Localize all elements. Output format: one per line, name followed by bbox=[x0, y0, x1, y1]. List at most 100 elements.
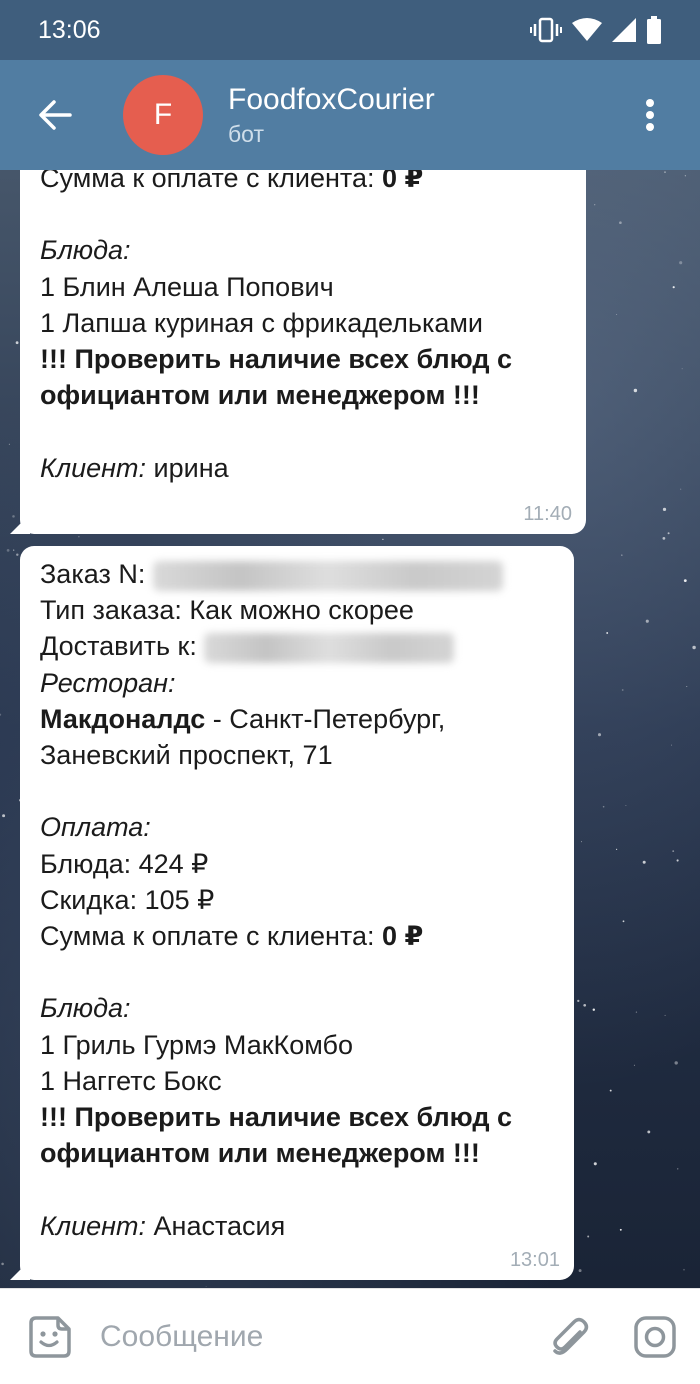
message-text: Блюда: 424 ₽ bbox=[40, 848, 209, 879]
chat-area[interactable]: Сумма к оплате с клиента: 0 ₽ Блюда: 1 Бли… bbox=[0, 170, 700, 1288]
message-text: Ресторан: bbox=[40, 667, 176, 698]
message-line: Скидка: 105 ₽ bbox=[40, 882, 554, 918]
message-line: Блюда: bbox=[40, 990, 554, 1026]
message-line: Блюда: bbox=[40, 232, 566, 268]
message-text: 0 ₽ bbox=[382, 921, 424, 952]
message-line: !!! Проверить наличие всех блюд с bbox=[40, 1099, 554, 1135]
message-line: Сумма к оплате с клиента: 0 ₽ bbox=[40, 918, 554, 954]
redacted-field bbox=[152, 560, 503, 591]
more-options-button[interactable] bbox=[600, 60, 700, 170]
star bbox=[671, 744, 673, 746]
message-line bbox=[40, 413, 566, 449]
message-text: ирина bbox=[146, 452, 229, 483]
message-bubble[interactable]: Сумма к оплате с клиента: 0 ₽ Блюда: 1 Бли… bbox=[10, 170, 586, 534]
signal-icon bbox=[612, 18, 636, 42]
star bbox=[78, 536, 80, 538]
star bbox=[635, 1011, 638, 1013]
star bbox=[1, 1262, 4, 1266]
star bbox=[662, 507, 667, 512]
star bbox=[622, 920, 625, 923]
redacted-field bbox=[204, 633, 455, 664]
avatar-letter: F bbox=[153, 98, 173, 131]
star bbox=[13, 549, 15, 551]
chat-header: F FoodfoxCourier бот bbox=[0, 60, 700, 170]
message-text: 1 Гриль Гурмэ МакКомбо bbox=[40, 1029, 354, 1060]
message-line: 1 Блин Алеша Попович bbox=[40, 269, 566, 305]
message-text: Блюда: bbox=[40, 235, 131, 266]
message-line: Заневский проспект, 71 bbox=[40, 737, 554, 773]
message-line: Оплата: bbox=[40, 809, 554, 845]
message-composer bbox=[0, 1288, 700, 1384]
star bbox=[621, 554, 623, 556]
star bbox=[616, 848, 618, 851]
status-bar: 13:06 bbox=[0, 0, 700, 60]
star bbox=[664, 171, 666, 173]
star bbox=[680, 488, 682, 490]
star bbox=[625, 804, 627, 807]
chat-title-block[interactable]: FoodfoxCourier бот bbox=[228, 82, 435, 148]
vibrate-icon bbox=[530, 17, 562, 43]
wifi-icon bbox=[572, 18, 602, 41]
message-text: официантом или менеджером !!! bbox=[40, 1138, 480, 1169]
star bbox=[577, 999, 580, 1003]
message-text: Блюда: bbox=[40, 993, 131, 1024]
message-text: официантом или менеджером !!! bbox=[40, 380, 480, 411]
message-text: Сумма к оплате с клиента: bbox=[40, 921, 383, 952]
chat-title: FoodfoxCourier bbox=[228, 83, 435, 116]
message-line bbox=[40, 1171, 554, 1207]
message-text: !!! Проверить наличие всех блюд с bbox=[40, 1102, 513, 1133]
message-text: Клиент: bbox=[40, 1210, 147, 1241]
back-button[interactable] bbox=[0, 60, 110, 170]
star bbox=[692, 645, 696, 650]
star bbox=[592, 1008, 595, 1011]
instagram-camera-icon bbox=[634, 1315, 676, 1358]
message-line bbox=[40, 954, 554, 990]
attach-button[interactable] bbox=[530, 1289, 610, 1384]
message-text: - Санкт-Петербург, bbox=[205, 703, 446, 734]
message-line: 1 Лапша куриная с фрикадельками bbox=[40, 305, 566, 341]
message-text: Анастасия bbox=[146, 1210, 286, 1241]
star bbox=[609, 1089, 612, 1092]
message-line: Макдоналдс - Санкт-Петербург, bbox=[40, 701, 554, 737]
camera-button[interactable] bbox=[610, 1289, 700, 1384]
message-text: 1 Лапша куриная с фрикадельками bbox=[40, 307, 484, 338]
message-input[interactable] bbox=[100, 1306, 530, 1367]
star bbox=[662, 537, 666, 540]
status-icons bbox=[530, 16, 662, 44]
star bbox=[679, 261, 683, 265]
message-text: 0 ₽ bbox=[382, 170, 424, 193]
message-text: Заневский проспект, 71 bbox=[40, 740, 333, 771]
star bbox=[672, 286, 675, 289]
message-line: !!! Проверить наличие всех блюд с bbox=[40, 341, 566, 377]
star bbox=[619, 221, 622, 225]
message-line: Клиент: ирина bbox=[40, 450, 566, 486]
star bbox=[647, 1130, 651, 1134]
star bbox=[6, 549, 10, 552]
message-text: Доставить к: bbox=[40, 631, 205, 662]
message-line: 1 Наггетс Бокс bbox=[40, 1063, 554, 1099]
message-text: 1 Блин Алеша Попович bbox=[40, 271, 334, 302]
chat-avatar[interactable]: F bbox=[123, 75, 203, 155]
star bbox=[621, 689, 624, 691]
star bbox=[15, 341, 19, 345]
star bbox=[578, 1269, 582, 1273]
star bbox=[597, 733, 602, 737]
star bbox=[587, 1235, 590, 1238]
message-bubble[interactable]: Заказ N: Тип заказа: Как можно скорее Дос… bbox=[10, 546, 574, 1280]
message-line: Клиент: Анастасия bbox=[40, 1208, 554, 1244]
star bbox=[2, 814, 6, 818]
star bbox=[12, 515, 15, 518]
message-line: Доставить к: bbox=[40, 628, 554, 664]
message-line: официантом или менеджером !!! bbox=[40, 377, 566, 413]
chat-subtitle: бот bbox=[228, 121, 264, 147]
more-vertical-icon bbox=[646, 99, 654, 131]
star bbox=[594, 204, 596, 206]
star bbox=[667, 532, 670, 535]
star bbox=[672, 850, 675, 852]
star bbox=[683, 579, 687, 583]
star bbox=[616, 313, 618, 316]
message-text: Сумма к оплате с клиента: bbox=[40, 170, 383, 193]
star bbox=[602, 805, 605, 808]
star bbox=[645, 619, 649, 623]
sticker-button[interactable] bbox=[0, 1289, 100, 1384]
